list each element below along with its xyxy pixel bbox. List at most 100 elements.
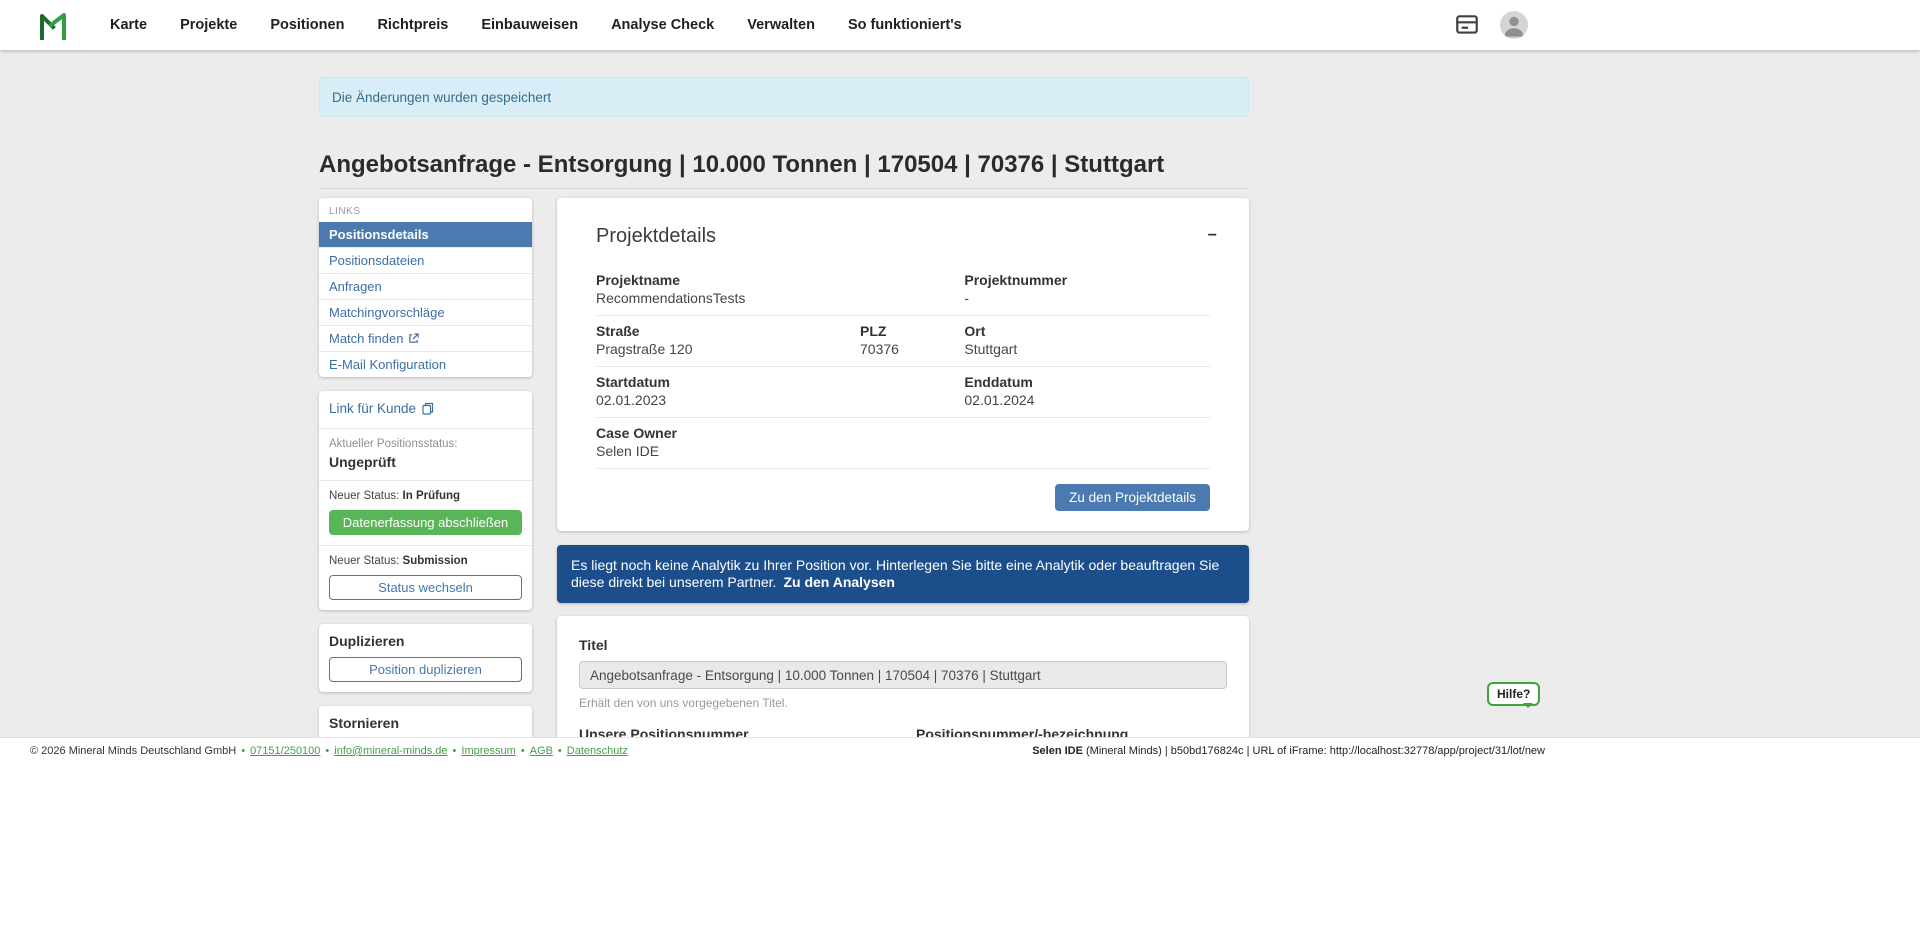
footer-session-details: (Mineral Minds) | b50bd176824c | URL of … (1083, 745, 1545, 757)
content-column: Projektdetails − Projektname Recommendat… (557, 198, 1249, 737)
project-row-name: Projektname RecommendationsTests Projekt… (596, 265, 1210, 316)
separator: • (453, 745, 457, 757)
nav-projekte[interactable]: Projekte (180, 17, 237, 33)
sidebar: LINKS Positionsdetails Positionsdateien … (319, 198, 532, 737)
project-details-button[interactable]: Zu den Projektdetails (1055, 484, 1210, 511)
sidebar-item-label: E-Mail Konfiguration (329, 357, 446, 372)
sidebar-item-match-finden[interactable]: Match finden (319, 325, 532, 351)
nav-verwalten[interactable]: Verwalten (747, 17, 815, 33)
nav-richtpreis[interactable]: Richtpreis (377, 17, 448, 33)
startdatum-label: Startdatum (596, 374, 964, 391)
ort-label: Ort (964, 323, 1210, 340)
links-header: LINKS (319, 198, 532, 222)
duplicate-position-button[interactable]: Position duplizieren (329, 657, 522, 682)
nav-positionen[interactable]: Positionen (270, 17, 344, 33)
our-position-number-label: Unsere Positionsnummer (579, 726, 890, 737)
success-alert: Die Änderungen wurden gespeichert (319, 77, 1249, 117)
copy-icon (422, 402, 434, 415)
projektname-label: Projektname (596, 272, 964, 289)
footer-datenschutz-link[interactable]: Datenschutz (567, 745, 628, 757)
separator: • (241, 745, 245, 757)
footer: © 2026 Mineral Minds Deutschland GmbH • … (0, 737, 1920, 943)
duplicate-title: Duplizieren (329, 633, 522, 649)
sidebar-item-label: Match finden (329, 331, 403, 346)
footer-copyright: © 2026 Mineral Minds Deutschland GmbH (30, 745, 236, 757)
analytics-banner-text: Es liegt noch keine Analytik zu Ihrer Po… (571, 557, 1219, 590)
user-avatar[interactable] (1500, 11, 1528, 39)
strasse-value: Pragstraße 120 (596, 341, 860, 358)
sidebar-item-label: Anfragen (329, 279, 382, 294)
collapse-icon[interactable]: − (1208, 228, 1217, 244)
card-reader-icon[interactable] (1454, 12, 1480, 38)
sidebar-item-positionsdateien[interactable]: Positionsdateien (319, 247, 532, 273)
footer-left: © 2026 Mineral Minds Deutschland GmbH • … (30, 745, 628, 757)
person-icon (1500, 11, 1528, 39)
customer-link[interactable]: Link für Kunde (329, 401, 434, 416)
projektnummer-value: - (964, 290, 1210, 307)
logo-m-icon (38, 9, 68, 41)
strasse-label: Straße (596, 323, 860, 340)
page-title: Angebotsanfrage - Entsorgung | 10.000 To… (319, 151, 1249, 179)
analytics-banner: Es liegt noch keine Analytik zu Ihrer Po… (557, 545, 1249, 603)
change-status-button[interactable]: Status wechseln (329, 575, 522, 600)
duplicate-card: Duplizieren Position duplizieren (319, 624, 532, 692)
current-status-value: Ungeprüft (329, 454, 522, 470)
ort-value: Stuttgart (964, 341, 1210, 358)
footer-impressum-link[interactable]: Impressum (461, 745, 515, 757)
case-owner-label: Case Owner (596, 425, 1210, 442)
nav-so-funktionierts[interactable]: So funktioniert's (848, 17, 962, 33)
new-status-row: Neuer Status: In Prüfung (329, 490, 522, 502)
cancel-card: Stornieren Stornieren▾ (319, 706, 532, 737)
complete-data-entry-button[interactable]: Datenerfassung abschließen (329, 510, 522, 535)
project-details-card: Projektdetails − Projektname Recommendat… (557, 198, 1249, 531)
projektname-value: RecommendationsTests (596, 290, 964, 307)
project-details-title: Projektdetails (596, 225, 1210, 248)
separator: • (325, 745, 329, 757)
top-navbar: Karte Projekte Positionen Richtpreis Ein… (0, 0, 1920, 50)
new-status-value: In Prüfung (403, 490, 461, 502)
project-row-dates: Startdatum 02.01.2023 Enddatum 02.01.202… (596, 367, 1210, 418)
separator: • (558, 745, 562, 757)
footer-user: Selen IDE (1032, 745, 1083, 757)
title-divider (319, 188, 1249, 189)
position-number-label: Positionsnummer/-bezeichnung (916, 726, 1227, 737)
titel-label: Titel (579, 637, 1227, 653)
sidebar-item-matchingvorschlaege[interactable]: Matchingvorschläge (319, 299, 532, 325)
sidebar-item-label: Positionsdateien (329, 253, 424, 268)
main-content: Die Änderungen wurden gespeichert Angebo… (0, 50, 1920, 737)
sidebar-item-positionsdetails[interactable]: Positionsdetails (319, 222, 532, 247)
cancel-title: Stornieren (329, 715, 522, 731)
enddatum-label: Enddatum (964, 374, 1210, 391)
new-status-label: Neuer Status: (329, 490, 399, 502)
new-status-label: Neuer Status: (329, 555, 399, 567)
project-row-owner: Case Owner Selen IDE (596, 418, 1210, 469)
footer-email-link[interactable]: info@mineral-minds.de (334, 745, 447, 757)
customer-link-label: Link für Kunde (329, 401, 416, 416)
help-button[interactable]: Hilfe? (1487, 682, 1540, 706)
plz-value: 70376 (860, 341, 964, 358)
titel-help: Erhält den von uns vorgegebenen Titel. (579, 696, 1227, 710)
footer-agb-link[interactable]: AGB (530, 745, 553, 757)
footer-phone-link[interactable]: 07151/250100 (250, 745, 320, 757)
case-owner-value: Selen IDE (596, 443, 1210, 460)
footer-session-info: Selen IDE (Mineral Minds) | b50bd176824c… (1032, 745, 1545, 757)
nav-einbauweisen[interactable]: Einbauweisen (481, 17, 578, 33)
sidebar-item-email-konfiguration[interactable]: E-Mail Konfiguration (319, 351, 532, 377)
new-status-value: Submission (403, 555, 468, 567)
separator: • (521, 745, 525, 757)
nav-karte[interactable]: Karte (110, 17, 147, 33)
analytics-link[interactable]: Zu den Analysen (783, 574, 895, 590)
sidebar-item-anfragen[interactable]: Anfragen (319, 273, 532, 299)
main-nav: Karte Projekte Positionen Richtpreis Ein… (110, 17, 1454, 33)
sidebar-item-label: Positionsdetails (329, 227, 429, 242)
startdatum-value: 02.01.2023 (596, 392, 964, 409)
mineral-minds-logo[interactable] (38, 9, 68, 41)
new-status-row: Neuer Status: Submission (329, 555, 522, 567)
enddatum-value: 02.01.2024 (964, 392, 1210, 409)
plz-label: PLZ (860, 323, 964, 340)
current-status-label: Aktueller Positionsstatus: (329, 438, 522, 450)
sidebar-item-label: Matchingvorschläge (329, 305, 445, 320)
nav-analyse-check[interactable]: Analyse Check (611, 17, 714, 33)
external-link-icon (408, 333, 419, 344)
sidebar-links-card: LINKS Positionsdetails Positionsdateien … (319, 198, 532, 377)
